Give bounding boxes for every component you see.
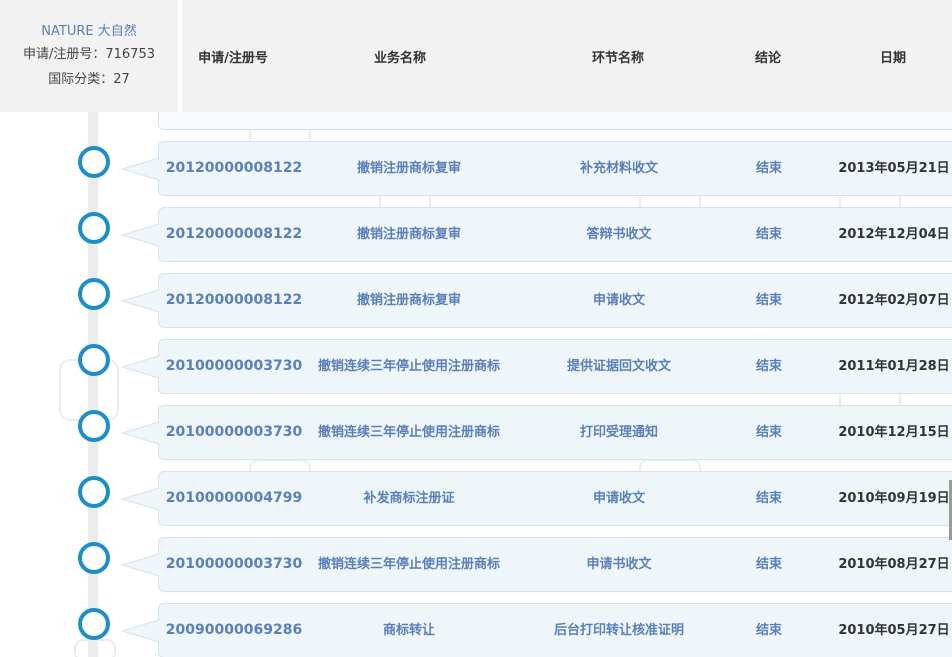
row-pointer [122, 157, 160, 181]
cell-result: 结束 [755, 623, 783, 638]
cell-result: 结束 [755, 425, 783, 440]
cell-date: 2010年12月15日 [838, 425, 950, 440]
cell-date: 2010年05月27日 [838, 623, 950, 638]
row-pointer [122, 355, 160, 379]
cell-business: 撤销注册商标复审 [356, 227, 462, 242]
table-row[interactable]: 20120000008122 撤销注册商标复审 申请收文 结束 2012年02月07日 [158, 273, 952, 328]
timeline-node [78, 542, 110, 574]
trademark-name[interactable]: NATURE 大自然 [0, 22, 178, 42]
cell-result: 结束 [755, 557, 783, 572]
cell-step: 申请收文 [592, 491, 646, 506]
table-row[interactable]: 20100000004799 补发商标注册证 申请收文 结束 2010年09月19日 [158, 471, 952, 526]
cell-reg-no[interactable]: 20100000003730 [166, 406, 302, 459]
header-step: 环节名称 [591, 51, 645, 66]
cell-step: 申请书收文 [586, 557, 652, 572]
row-pointer [122, 619, 160, 643]
cell-step: 打印受理通知 [579, 425, 659, 440]
cell-step: 提供证据回文收文 [566, 359, 672, 374]
timeline-node [78, 278, 110, 310]
header-business: 业务名称 [373, 51, 427, 66]
timeline-node [78, 608, 110, 640]
table-row[interactable]: 20120000008122 撤销注册商标复审 补充材料收文 结束 2013年05月21… [158, 141, 952, 196]
row-pointer [122, 289, 160, 313]
header-date: 日期 [879, 51, 907, 66]
row-pointer [122, 223, 160, 247]
cell-date: 2010年08月27日 [838, 557, 950, 572]
cell-reg-no[interactable]: 20100000003730 [166, 538, 302, 591]
timeline-node [78, 146, 110, 178]
timeline-node [78, 344, 110, 376]
cell-business: 撤销连续三年停止使用注册商标 [317, 557, 501, 572]
cell-business: 补发商标注册证 [363, 491, 455, 506]
timeline-node [78, 476, 110, 508]
cell-reg-no[interactable]: 20100000004799 [166, 472, 302, 525]
cell-step: 答辩书收文 [586, 227, 652, 242]
cell-date: 2013年05月21日 [838, 161, 950, 176]
cell-date: 2012年12月04日 [838, 227, 950, 242]
cell-business: 撤销连续三年停止使用注册商标 [317, 359, 501, 374]
timeline-line [88, 112, 98, 657]
cell-business: 撤销注册商标复审 [356, 293, 462, 308]
row-pointer [122, 553, 160, 577]
cell-reg-no[interactable]: 20100000003730 [166, 340, 302, 393]
cell-step: 补充材料收文 [579, 161, 659, 176]
cell-reg-no[interactable]: 20120000008122 [166, 142, 302, 195]
cell-result: 结束 [755, 161, 783, 176]
cell-result: 结束 [755, 359, 783, 374]
cell-result: 结束 [755, 293, 783, 308]
cell-business: 撤销注册商标复审 [356, 161, 462, 176]
trademark-reg-no: 申请/注册号：716753 [22, 47, 155, 62]
cell-date: 2012年02月07日 [838, 293, 950, 308]
trademark-class: 国际分类：27 [48, 72, 130, 87]
table-row[interactable]: 20100000003730 撤销连续三年停止使用注册商标 打印受理通知 结束 2010… [158, 405, 952, 460]
table-row[interactable]: 20120000008122 撤销注册商标复审 答辩书收文 结束 2012年12月04日 [158, 207, 952, 262]
cell-step: 后台打印转让核准证明 [553, 623, 685, 638]
trademark-info-card: NATURE 大自然 申请/注册号：716753 国际分类：27 [0, 0, 178, 112]
cell-reg-no[interactable]: 20090000069286 [166, 604, 302, 657]
header-reg-no: 申请/注册号 [198, 51, 268, 66]
cell-business: 撤销连续三年停止使用注册商标 [317, 425, 501, 440]
table-header: 申请/注册号 业务名称 环节名称 结论 日期 [182, 0, 952, 112]
trademark-process-page: NATURE 大自然 申请/注册号：716753 国际分类：27 申请/注册号 … [0, 0, 952, 657]
cell-reg-no[interactable]: 20120000008122 [166, 208, 302, 261]
timeline-node [78, 410, 110, 442]
cell-reg-no[interactable]: 20120000008122 [166, 274, 302, 327]
table-row[interactable]: 20100000003730 撤销连续三年停止使用注册商标 申请书收文 结束 2010年… [158, 537, 952, 592]
cell-result: 结束 [755, 491, 783, 506]
cell-result: 结束 [755, 227, 783, 242]
cell-date: 2010年09月19日 [838, 491, 950, 506]
cell-step: 申请收文 [592, 293, 646, 308]
row-pointer [122, 487, 160, 511]
cell-business: 商标转让 [382, 623, 436, 638]
table-row[interactable]: 20100000003730 撤销连续三年停止使用注册商标 提供证据回文收文 结束 20… [158, 339, 952, 394]
cell-date: 2011年01月28日 [838, 359, 950, 374]
table-row[interactable]: 20090000069286 商标转让 后台打印转让核准证明 结束 2010年05月27… [158, 603, 952, 657]
row-pointer [122, 421, 160, 445]
timeline-node [78, 212, 110, 244]
header-result: 结论 [754, 51, 782, 66]
